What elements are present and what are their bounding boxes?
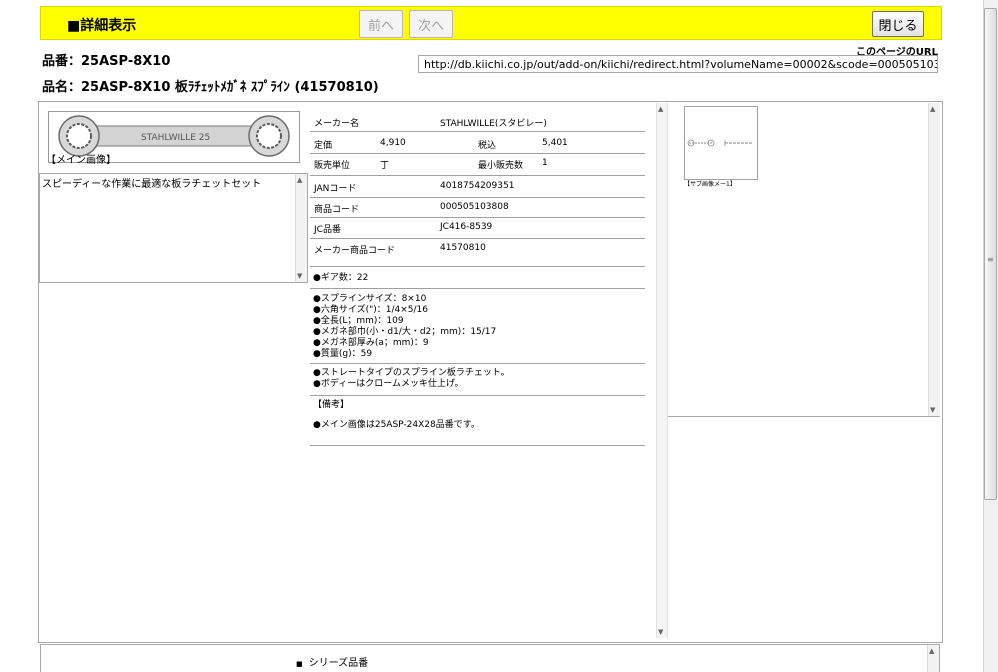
spec-notes: ●スプラインサイズ：8×10 ●六角サイズ(")：1/4×5/16 ●全長(L；… [313, 294, 496, 360]
toolbar: ■詳細表示 前へ 次へ 閉じる [40, 6, 942, 40]
note-line: ●全長(L；mm)：109 [313, 316, 404, 326]
note-line: ●メガネ部厚み(a；mm)：9 [313, 338, 429, 348]
remarks-text: ●メイン画像は25ASP-24X28品番です。 [313, 420, 480, 430]
series-panel: ▲ [40, 644, 940, 672]
min-qty-label: 最小販売数 [478, 161, 524, 171]
divider [310, 153, 645, 154]
part-name: 品名：25ASP-8X10 板ﾗﾁｪｯﾄﾒｶﾞﾈ ｽﾌﾟﾗｲﾝ (4157081… [42, 80, 379, 95]
scroll-down-icon[interactable]: ▼ [658, 628, 663, 636]
product-code-value: 000505103808 [440, 202, 509, 212]
note-line: ●ストレートタイプのスプライン板ラチェット。 [313, 368, 510, 378]
note-line: ●質量(g)：59 [313, 349, 373, 359]
tax-value: 5,401 [542, 138, 568, 148]
divider [310, 395, 645, 396]
scroll-down-icon[interactable]: ▼ [297, 272, 302, 280]
divider [310, 131, 645, 132]
divider [310, 238, 645, 239]
bullet-icon: ■ [296, 660, 303, 668]
page-title: ■詳細表示 [67, 18, 137, 34]
maker-label: メーカー名 [314, 119, 360, 129]
prev-button[interactable]: 前へ [359, 10, 403, 38]
main-image-caption: 【メイン画像】 [46, 155, 116, 166]
scroll-up-icon[interactable]: ▲ [297, 176, 302, 184]
maker-value: STAHLWILLE(スタビレー) [440, 119, 547, 129]
scroll-down-icon[interactable]: ▼ [930, 406, 935, 414]
gear-count-note: ●ギア数：22 [313, 273, 369, 283]
jc-value: JC416-8539 [440, 222, 493, 232]
maker-code-label: メーカー商品コード [314, 246, 396, 256]
divider [310, 175, 645, 176]
detail-scrollbar[interactable]: ▲ ▼ [656, 103, 668, 638]
note-line: ●六角サイズ(")：1/4×5/16 [313, 305, 428, 315]
divider [310, 217, 645, 218]
series-scrollbar[interactable]: ▲ [927, 645, 939, 672]
next-button[interactable]: 次へ [409, 10, 453, 38]
unit-value: 丁 [380, 161, 390, 171]
description-box[interactable]: スピーディーな作業に最適な板ラチェットセット ▲ ▼ [39, 173, 308, 283]
divider [310, 266, 645, 267]
remarks-title: 【備考】 [313, 400, 350, 410]
sub-image-thumbnail[interactable] [684, 106, 758, 180]
jc-label: JC品番 [314, 225, 341, 235]
part-number: 品番：25ASP-8X10 [42, 54, 171, 69]
tool-stamp-text: STAHLWILLE 25 [141, 133, 210, 143]
description-scrollbar[interactable]: ▲ ▼ [295, 174, 307, 282]
note-line: ●スプラインサイズ：8×10 [313, 294, 427, 304]
divider [310, 197, 645, 198]
description-text: スピーディーな作業に最適な板ラチェットセット [42, 179, 262, 190]
jan-value: 4018754209351 [440, 181, 515, 191]
scroll-up-icon[interactable]: ▲ [929, 647, 934, 655]
series-label: ■ シリーズ品番 [296, 654, 368, 669]
scroll-up-icon[interactable]: ▲ [930, 105, 935, 113]
divider [310, 288, 645, 289]
maker-code-value: 41570810 [440, 243, 486, 253]
scroll-up-icon[interactable]: ▲ [658, 105, 663, 113]
divider [310, 445, 645, 446]
unit-label: 販売単位 [314, 161, 351, 171]
note-line: ●メガネ部巾(小・d1/大・d2；mm)：15/17 [313, 327, 497, 337]
jan-label: JANコード [314, 184, 357, 194]
grip-icon: ≡ [987, 255, 994, 264]
min-qty-value: 1 [542, 158, 548, 168]
sub-image-scrollbar[interactable]: ▲ ▼ [928, 103, 940, 416]
page-url-field[interactable]: http://db.kiichi.co.jp/out/add-on/kiichi… [418, 55, 938, 73]
feature-notes: ●ストレートタイプのスプライン板ラチェット。 ●ボディーはクロームメッキ仕上げ。 [313, 368, 510, 390]
tax-label: 税込 [478, 141, 497, 151]
product-code-label: 商品コード [314, 205, 360, 215]
series-label-text: シリーズ品番 [308, 658, 369, 669]
sub-image-caption: 【サブ画像メー1】 [684, 181, 736, 188]
list-price-value: 4,910 [380, 138, 406, 148]
window-scrollbar-thumb[interactable]: ≡ [984, 8, 997, 500]
close-button[interactable]: 閉じる [872, 11, 924, 37]
dimension-drawing-image [687, 139, 753, 147]
list-price-label: 定価 [314, 141, 333, 151]
note-line: ●ボディーはクロームメッキ仕上げ。 [313, 379, 464, 389]
divider [310, 363, 645, 364]
